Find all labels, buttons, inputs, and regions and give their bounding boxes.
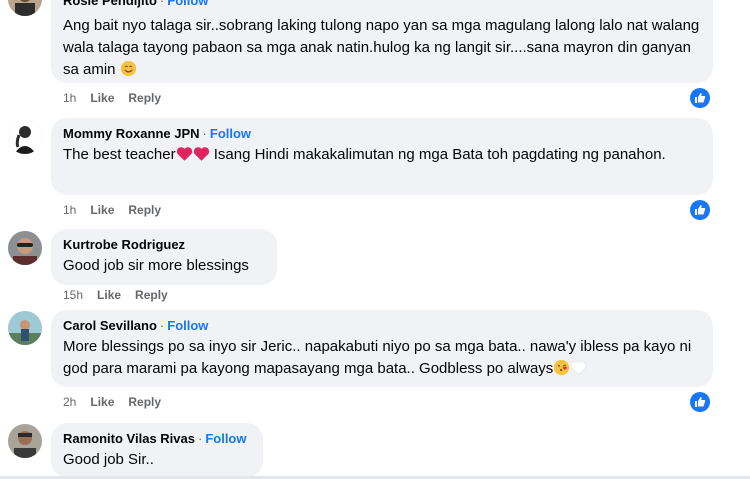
heart-emoji-icon (570, 360, 587, 383)
like-button[interactable]: Like (97, 288, 121, 302)
heart-emoji-icon (193, 146, 210, 169)
comment-bubble: Carol Sevillano · Follow More blessings po… (51, 310, 713, 387)
reply-button[interactable]: Reply (135, 288, 168, 302)
reply-button[interactable]: Reply (128, 203, 161, 217)
comment-bubble: Mommy Roxanne JPN · Follow The best teache… (51, 118, 713, 195)
comment-author[interactable]: Kurtrobe Rodriguez (63, 237, 185, 252)
comment-time[interactable]: 1h (63, 203, 76, 217)
thumbs-up-icon[interactable] (690, 392, 710, 412)
avatar[interactable] (8, 311, 42, 345)
separator-dot: · (202, 126, 207, 141)
comment-text: Good job Sir.. (63, 451, 154, 468)
comment-author-line: Rosie Pendijito · Follow (63, 0, 701, 9)
comment-actions: 2h Like Reply (63, 395, 175, 409)
comment-time[interactable]: 15h (63, 288, 83, 302)
avatar[interactable] (8, 0, 42, 16)
comment-author-line: Mommy Roxanne JPN · Follow (63, 125, 701, 142)
comment-time[interactable]: 2h (63, 395, 76, 409)
comment-author[interactable]: Ramonito Vilas Rivas (63, 431, 195, 446)
comment-author-line: Carol Sevillano · Follow (63, 317, 701, 334)
face-blowing-kiss-emoji-icon (553, 359, 570, 383)
comment-actions: 1h Like Reply (63, 203, 175, 217)
separator-dot: · (159, 0, 165, 8)
like-button[interactable]: Like (90, 91, 114, 105)
smiling-face-emoji-icon (120, 60, 137, 84)
comment-author[interactable]: Carol Sevillano (63, 318, 157, 333)
separator-dot: · (197, 431, 203, 446)
like-button[interactable]: Like (90, 203, 114, 217)
like-button[interactable]: Like (90, 395, 114, 409)
comment-bubble: Rosie Pendijito · Follow Ang bait nyo tala… (51, 0, 713, 83)
comment-actions: 1h Like Reply (63, 91, 175, 105)
comment-author[interactable]: Mommy Roxanne JPN (63, 126, 200, 141)
follow-button[interactable]: Follow (167, 0, 208, 8)
thumbs-up-icon[interactable] (690, 88, 710, 108)
follow-button[interactable]: Follow (210, 126, 251, 141)
heart-emoji-icon (176, 146, 193, 169)
comment-author-line: Ramonito Vilas Rivas · Follow (63, 430, 251, 447)
avatar[interactable] (8, 231, 42, 265)
thumbs-up-icon[interactable] (690, 200, 710, 220)
comment-text: The best teacher Isang Hindi makakalimut… (63, 144, 701, 169)
comment-bubble: Ramonito Vilas Rivas · Follow Good job Sir… (51, 423, 263, 477)
avatar[interactable] (8, 120, 42, 154)
comment-actions: 15h Like Reply (63, 288, 182, 302)
follow-button[interactable]: Follow (167, 318, 208, 333)
comment-author-line: Kurtrobe Rodriguez (63, 236, 265, 253)
comment-text: More blessings po sa inyo sir Jeric.. na… (63, 336, 701, 383)
reply-button[interactable]: Reply (128, 395, 161, 409)
separator-dot: · (159, 318, 165, 333)
comment-time[interactable]: 1h (63, 91, 76, 105)
comment-bubble: Kurtrobe Rodriguez Good job sir more ble… (51, 229, 277, 285)
comment-text: Ang bait nyo talaga sir..sobrang laking … (63, 15, 701, 84)
follow-button[interactable]: Follow (205, 431, 246, 446)
avatar[interactable] (8, 424, 42, 458)
reply-button[interactable]: Reply (128, 91, 161, 105)
comment-author[interactable]: Rosie Pendijito (63, 0, 157, 8)
comment-text: Good job sir more blessings (63, 257, 249, 274)
